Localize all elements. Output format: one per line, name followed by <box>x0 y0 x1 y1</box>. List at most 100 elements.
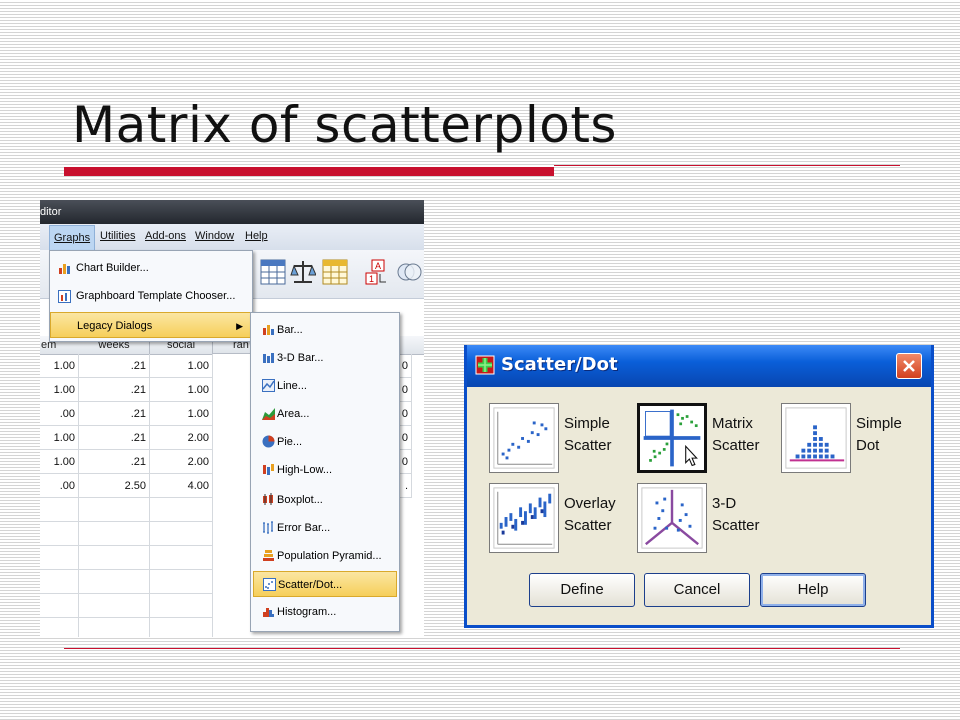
table-cell[interactable] <box>40 522 79 546</box>
option-label: Overlay Scatter <box>564 493 634 537</box>
table-cell[interactable]: .00 <box>40 402 79 426</box>
table-cell[interactable]: 0 <box>398 426 412 450</box>
table-cell[interactable] <box>40 546 79 570</box>
dialog-title: Scatter/Dot <box>501 354 618 375</box>
table-cell[interactable] <box>150 594 213 618</box>
dialog-title-bar[interactable]: Scatter/Dot <box>467 345 931 387</box>
menu-item-label: High-Low... <box>277 464 333 476</box>
table-cell[interactable]: 1.00 <box>150 378 213 402</box>
table-cell[interactable]: .21 <box>79 426 150 450</box>
area-chart-icon <box>262 408 275 420</box>
menu-item-high-low[interactable]: High-Low... <box>253 457 397 483</box>
table-cell[interactable]: 1.00 <box>150 354 213 378</box>
table-cell[interactable] <box>40 498 79 522</box>
menu-item-label: Line... <box>277 380 307 392</box>
table-cell[interactable] <box>40 570 79 594</box>
table-cell[interactable]: 1.00 <box>40 426 79 450</box>
help-button[interactable]: Help <box>760 573 866 607</box>
table-cell[interactable]: 0 <box>398 354 412 378</box>
table-cell[interactable] <box>150 498 213 522</box>
spss-screenshot: ditor Graphs Utilities Add-ons Window He… <box>40 200 424 637</box>
table-cell[interactable]: 2.50 <box>79 474 150 498</box>
define-button[interactable]: Define <box>529 573 635 607</box>
table-cell[interactable]: .21 <box>79 378 150 402</box>
table-cell[interactable] <box>150 522 213 546</box>
menu-item-scatter-dot[interactable]: Scatter/Dot... <box>253 571 397 597</box>
table-cell[interactable] <box>79 498 150 522</box>
menu-item-label: Population Pyramid... <box>277 550 382 562</box>
menu-item-boxplot[interactable]: Boxplot... <box>253 487 397 513</box>
table-cell[interactable] <box>40 594 79 618</box>
table-cell[interactable] <box>79 618 150 637</box>
footer-rule <box>64 648 900 649</box>
simple-dot-icon <box>781 403 851 473</box>
select-cases-icon[interactable] <box>322 258 348 286</box>
title-underline-thick <box>64 167 554 176</box>
menu-add-ons[interactable]: Add-ons <box>145 230 186 242</box>
menu-item-population-pyramid[interactable]: Population Pyramid... <box>253 543 397 569</box>
bar-chart-icon <box>263 325 274 335</box>
submenu-arrow-icon: ▶ <box>236 321 243 331</box>
menu-item-legacy-dialogs[interactable]: Legacy Dialogs ▶ <box>50 312 252 338</box>
table-cell[interactable]: .00 <box>40 474 79 498</box>
table-cell[interactable] <box>40 618 79 637</box>
value-labels-icon[interactable]: A 1 <box>364 258 390 286</box>
table-cell[interactable]: 4.00 <box>150 474 213 498</box>
table-cell[interactable] <box>79 570 150 594</box>
title-underline-thin <box>554 165 900 166</box>
table-cell[interactable]: .21 <box>79 354 150 378</box>
table-cell[interactable] <box>150 618 213 637</box>
population-pyramid-icon <box>263 550 274 561</box>
chart-builder-icon <box>59 264 70 274</box>
weight-cases-icon[interactable] <box>290 258 316 286</box>
option-label-line: Scatter <box>564 437 612 454</box>
menu-graphs[interactable]: Graphs <box>49 225 96 251</box>
menu-item-pie[interactable]: Pie... <box>253 429 397 455</box>
menu-item-label: Pie... <box>277 436 303 448</box>
table-cell[interactable]: .21 <box>79 450 150 474</box>
menu-help[interactable]: Help <box>245 230 268 242</box>
scatter-dot-icon <box>263 578 276 591</box>
table-cell[interactable]: .21 <box>79 402 150 426</box>
menu-item-error-bar[interactable]: Error Bar... <box>253 515 397 541</box>
data-grid-icon[interactable] <box>260 258 286 286</box>
menu-item-chart-builder[interactable]: Chart Builder... <box>50 255 252 281</box>
option-label-line: 3-D <box>712 495 737 512</box>
menu-window[interactable]: Window <box>195 230 234 242</box>
table-cell[interactable]: . <box>398 474 412 498</box>
graphboard-icon <box>58 290 71 303</box>
menu-item-graphboard-template-chooser[interactable]: Graphboard Template Chooser... <box>50 283 252 309</box>
table-cell[interactable]: 2.00 <box>150 426 213 450</box>
table-cell[interactable]: 1.00 <box>150 402 213 426</box>
table-cell[interactable] <box>79 522 150 546</box>
spss-dialog-icon <box>475 355 495 375</box>
table-cell[interactable]: 1.00 <box>40 378 79 402</box>
menu-utilities[interactable]: Utilities <box>100 230 135 242</box>
menu-item-3d-bar[interactable]: 3-D Bar... <box>253 345 397 371</box>
menu-item-line[interactable]: Line... <box>253 373 397 399</box>
table-cell[interactable] <box>150 570 213 594</box>
table-cell[interactable]: 2.00 <box>150 450 213 474</box>
table-cell[interactable] <box>79 594 150 618</box>
menu-item-label: Boxplot... <box>277 494 323 506</box>
menu-item-bar[interactable]: Bar... <box>253 317 397 343</box>
close-button[interactable] <box>896 353 922 379</box>
table-cell[interactable] <box>79 546 150 570</box>
table-cell[interactable] <box>150 546 213 570</box>
menu-item-label: Graphboard Template Chooser... <box>76 290 236 302</box>
histogram-icon <box>263 608 274 617</box>
option-label-line: Scatter <box>712 437 760 454</box>
table-cell[interactable]: 0 <box>398 402 412 426</box>
menu-item-area[interactable]: Area... <box>253 401 397 427</box>
pie-chart-icon <box>262 435 275 448</box>
table-cell[interactable]: 1.00 <box>40 450 79 474</box>
close-icon <box>903 360 915 372</box>
cancel-button[interactable]: Cancel <box>644 573 750 607</box>
graphs-dropdown-menu: Chart Builder... Graphboard Template Cho… <box>49 250 253 342</box>
scatter-dot-dialog: Scatter/Dot Simple Scatter Matrix Scatte… <box>464 345 934 628</box>
menu-item-histogram[interactable]: Histogram... <box>253 599 397 625</box>
table-cell[interactable]: 0 <box>398 450 412 474</box>
table-cell[interactable]: 0 <box>398 378 412 402</box>
table-cell[interactable]: 1.00 <box>40 354 79 378</box>
use-sets-icon[interactable] <box>396 258 422 286</box>
